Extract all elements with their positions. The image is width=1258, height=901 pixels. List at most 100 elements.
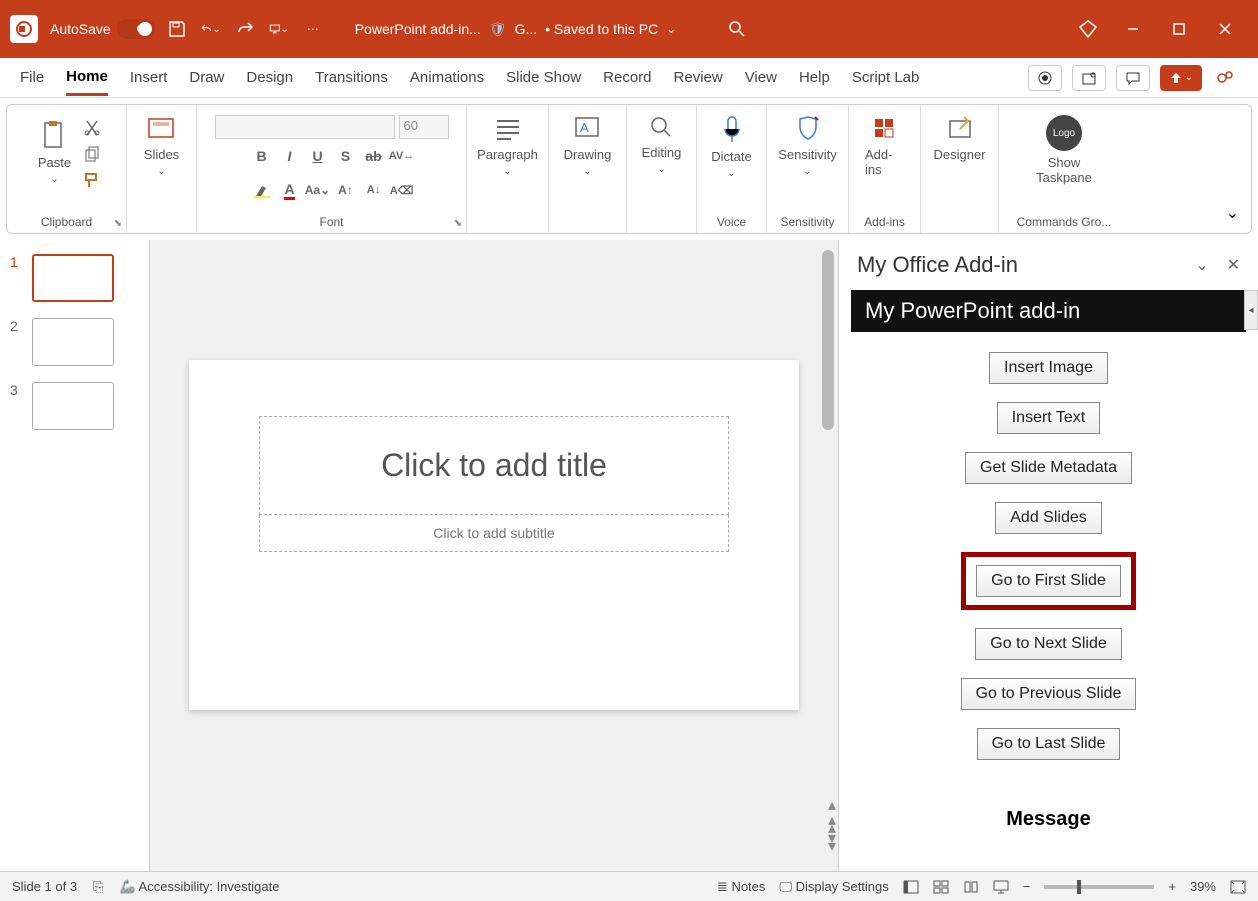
qat-overflow-icon[interactable]: ⋯ [303, 19, 323, 39]
tab-view[interactable]: View [745, 61, 777, 94]
zoom-percent[interactable]: 39% [1190, 879, 1216, 894]
zoom-in-icon[interactable]: + [1168, 879, 1176, 894]
get-slide-metadata-button[interactable]: Get Slide Metadata [965, 452, 1132, 484]
paragraph-button[interactable]: Paragraph⌄ [471, 111, 544, 181]
slide-thumbnail-2[interactable] [32, 318, 114, 366]
insert-text-button[interactable]: Insert Text [997, 402, 1101, 434]
collab-icon[interactable] [1212, 65, 1238, 91]
clear-format-button[interactable]: A⌫ [391, 179, 413, 201]
message-label: Message [1006, 808, 1091, 831]
autosave-state: Off [137, 24, 150, 35]
underline-button[interactable]: U [307, 145, 329, 167]
subtitle-placeholder[interactable]: Click to add subtitle [259, 515, 729, 552]
decrease-font-button[interactable]: A↓ [363, 179, 385, 201]
share-button[interactable]: ⌄ [1160, 65, 1202, 91]
tab-help[interactable]: Help [799, 61, 830, 94]
zoom-out-icon[interactable]: − [1023, 879, 1031, 894]
show-taskpane-label: Show Taskpane [1029, 155, 1099, 185]
undo-icon[interactable]: ⌄ [201, 19, 221, 39]
font-color-button[interactable]: A [279, 179, 301, 201]
tab-animations[interactable]: Animations [410, 61, 484, 94]
sensitivity-button[interactable]: Sensitivity⌄ [772, 111, 843, 181]
zoom-slider[interactable] [1044, 885, 1154, 889]
go-to-first-slide-button[interactable]: Go to First Slide [976, 565, 1121, 597]
go-to-last-slide-button[interactable]: Go to Last Slide [977, 728, 1121, 760]
increase-font-button[interactable]: A↑ [335, 179, 357, 201]
tab-scriptlab[interactable]: Script Lab [852, 61, 920, 94]
diamond-icon[interactable] [1078, 19, 1098, 39]
format-painter-icon[interactable] [83, 171, 101, 189]
font-size-dropdown[interactable]: 60 [399, 115, 449, 139]
camera-button[interactable] [1028, 65, 1062, 91]
slide-canvas[interactable]: Click to add title Click to add subtitle [189, 360, 799, 710]
cut-icon[interactable] [83, 119, 101, 137]
tab-home[interactable]: Home [66, 60, 108, 96]
save-icon[interactable] [167, 19, 187, 39]
go-to-next-slide-button[interactable]: Go to Next Slide [975, 628, 1122, 660]
sensitivity-label: Sensitivity [778, 147, 837, 162]
tab-record[interactable]: Record [603, 61, 651, 94]
close-button[interactable] [1202, 0, 1248, 58]
tab-insert[interactable]: Insert [130, 61, 168, 94]
redo-icon[interactable] [235, 19, 255, 39]
copy-icon[interactable] [83, 145, 101, 163]
comments-button[interactable] [1116, 65, 1150, 91]
tab-review[interactable]: Review [674, 61, 723, 94]
shadow-button[interactable]: S [335, 145, 357, 167]
notes-button[interactable]: ≣ Notes [717, 879, 765, 895]
slide-thumbnail-3[interactable] [32, 382, 114, 430]
vertical-scrollbar[interactable] [822, 250, 834, 430]
change-case-button[interactable]: Aa⌄ [307, 179, 329, 201]
accessibility-status-icon[interactable]: ⎘ [93, 879, 103, 895]
maximize-button[interactable] [1156, 0, 1202, 58]
drawing-button[interactable]: A Drawing⌄ [558, 111, 618, 181]
display-settings-button[interactable]: 🖵 Display Settings [779, 879, 888, 895]
strike-button[interactable]: ab [363, 145, 385, 167]
highlight-button[interactable] [251, 179, 273, 201]
go-to-previous-slide-button[interactable]: Go to Previous Slide [961, 678, 1137, 710]
clipboard-launcher-icon[interactable]: ⬊ [114, 218, 122, 229]
fit-window-icon[interactable] [1230, 880, 1246, 894]
teams-button[interactable] [1072, 65, 1106, 91]
add-slides-button[interactable]: Add Slides [995, 502, 1102, 534]
dictate-button[interactable]: Dictate⌄ [705, 111, 757, 183]
search-icon[interactable] [728, 20, 746, 38]
notes-label: Notes [731, 879, 765, 894]
bold-button[interactable]: B [251, 145, 273, 167]
tab-design[interactable]: Design [246, 61, 293, 94]
tab-transitions[interactable]: Transitions [315, 61, 388, 94]
taskpane-close-icon[interactable]: ✕ [1227, 255, 1240, 275]
sorter-view-icon[interactable] [933, 880, 949, 894]
ribbon-collapse-icon[interactable]: ⌄ [1226, 203, 1239, 223]
editing-button[interactable]: Editing⌄ [636, 111, 688, 179]
italic-button[interactable]: I [279, 145, 301, 167]
taskpane-expand-icon[interactable]: ◂ [1244, 290, 1258, 330]
tab-slideshow[interactable]: Slide Show [506, 61, 581, 94]
minimize-button[interactable] [1110, 0, 1156, 58]
insert-image-button[interactable]: Insert Image [989, 352, 1108, 384]
title-placeholder[interactable]: Click to add title [259, 416, 729, 515]
slideshow-view-icon[interactable] [993, 880, 1009, 894]
paste-button[interactable]: Paste⌄ [32, 115, 77, 189]
taskpane-chevron-icon[interactable]: ⌄ [1195, 255, 1208, 275]
tab-file[interactable]: File [20, 61, 44, 94]
slide-thumbnail-1[interactable] [32, 254, 114, 302]
dictate-label: Dictate [711, 149, 751, 164]
normal-view-icon[interactable] [903, 880, 919, 894]
font-launcher-icon[interactable]: ⬊ [454, 218, 462, 229]
font-family-dropdown[interactable] [215, 115, 395, 139]
slides-button[interactable]: Slides⌄ [138, 111, 185, 181]
present-icon[interactable]: ⌄ [269, 19, 289, 39]
show-taskpane-button[interactable]: Logo Show Taskpane [1023, 111, 1105, 189]
autosave-toggle[interactable]: AutoSave Off [50, 19, 155, 39]
save-status-chevron-icon[interactable]: ⌄ [666, 22, 676, 36]
accessibility-status[interactable]: 🦾 Accessibility: Investigate [119, 879, 279, 895]
thumb-number-3: 3 [10, 382, 22, 398]
reading-view-icon[interactable] [963, 880, 979, 894]
character-spacing-button[interactable]: AV↔ [391, 145, 413, 167]
designer-button[interactable]: Designer [927, 111, 991, 166]
slide-counter[interactable]: Slide 1 of 3 [12, 879, 77, 894]
addins-button[interactable]: Add-ins [859, 111, 910, 181]
tab-draw[interactable]: Draw [189, 61, 224, 94]
next-slide-double-icon[interactable]: ▾▾ [828, 835, 836, 851]
